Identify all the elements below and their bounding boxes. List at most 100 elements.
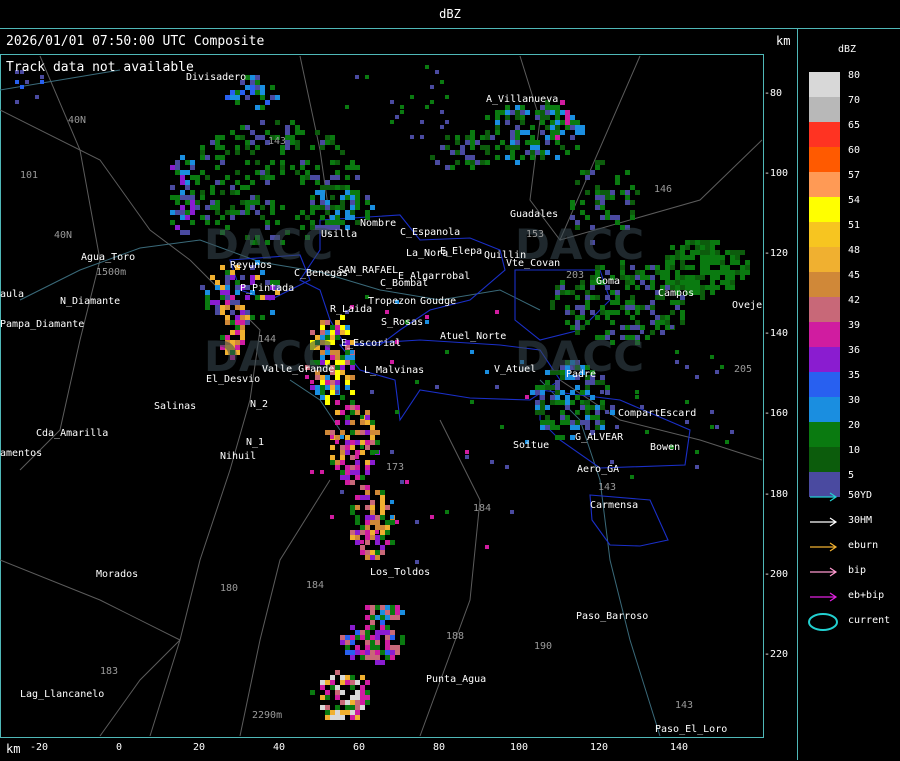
radar-echo-cell: [615, 175, 620, 180]
radar-echo-cell: [540, 130, 545, 135]
radar-echo-cell: [510, 130, 515, 135]
radar-echo-cell: [695, 285, 700, 290]
radar-echo-cell: [350, 705, 355, 710]
place-label: Vte_Covan: [506, 258, 561, 269]
radar-echo-cell: [710, 285, 715, 290]
radar-echo-cell: [585, 300, 590, 305]
radar-echo-cell: [330, 390, 335, 395]
radar-echo-cell: [520, 115, 525, 120]
radar-echo-cell: [350, 710, 355, 715]
radar-echo-cell: [700, 270, 705, 275]
radar-echo-cell: [425, 315, 429, 319]
radar-echo-cell: [545, 125, 550, 130]
radar-echo-cell: [535, 150, 540, 155]
radar-echo-cell: [465, 155, 470, 160]
radar-echo-cell: [365, 690, 370, 695]
timestamp-label: 2026/01/01 07:50:00 UTC Composite: [6, 34, 265, 49]
radar-echo-cell: [310, 205, 315, 210]
radar-echo-cell: [370, 450, 375, 455]
radar-echo-cell: [720, 270, 725, 275]
radar-echo-cell: [550, 385, 555, 390]
radar-echo-cell: [365, 495, 370, 500]
radar-echo-cell: [265, 295, 270, 300]
radar-echo-cell: [695, 240, 700, 245]
radar-echo-cell: [625, 195, 630, 200]
radar-echo-cell: [345, 380, 350, 385]
radar-echo-cell: [310, 195, 315, 200]
radar-echo-cell: [345, 190, 350, 195]
radar-echo-cell: [730, 275, 735, 280]
radar-echo-cell: [725, 275, 730, 280]
radar-echo-cell: [640, 275, 645, 280]
legend-swatch: [809, 147, 840, 172]
radar-echo-cell: [230, 205, 235, 210]
radar-echo-cell: [225, 285, 230, 290]
radar-echo-cell: [330, 430, 335, 435]
radar-echo-cell: [710, 280, 715, 285]
radar-echo-cell: [220, 285, 225, 290]
radar-echo-cell: [370, 515, 375, 520]
legend-swatch: [809, 122, 840, 147]
legend-level-label: 70: [848, 95, 861, 106]
radar-echo-cell: [365, 200, 370, 205]
radar-echo-cell: [615, 295, 620, 300]
radar-echo-cell: [175, 225, 180, 230]
radar-echo-cell: [585, 175, 590, 180]
place-label: Reyunos: [230, 260, 273, 271]
radar-echo-cell: [325, 205, 330, 210]
radar-echo-cell: [355, 195, 360, 200]
radar-echo-cell: [335, 380, 340, 385]
radar-echo-cell: [380, 510, 385, 515]
radar-echo-cell: [365, 650, 370, 655]
radar-echo-cell: [575, 145, 580, 150]
radar-echo-cell: [210, 140, 215, 145]
radar-echo-cell: [460, 150, 465, 155]
radar-echo-cell: [590, 280, 595, 285]
radar-echo-cell: [265, 175, 270, 180]
legend-level-label: 36: [848, 345, 861, 356]
radar-echo-cell: [240, 210, 245, 215]
radar-echo-cell: [355, 515, 360, 520]
radar-echo-cell: [340, 450, 345, 455]
radar-echo-cell: [220, 295, 225, 300]
radar-echo-cell: [365, 605, 370, 610]
radar-echo-cell: [560, 130, 565, 135]
radar-echo-cell: [180, 180, 185, 185]
radar-echo-cell: [315, 190, 320, 195]
radar-echo-cell: [710, 260, 715, 265]
radar-echo-cell: [240, 200, 245, 205]
radar-echo-cell: [220, 180, 225, 185]
radar-echo-cell: [375, 515, 380, 520]
radar-echo-cell: [535, 400, 540, 405]
radar-echo-cell: [655, 315, 660, 320]
radar-echo-cell: [360, 635, 365, 640]
radar-echo-cell: [340, 635, 345, 640]
radar-echo-cell: [690, 240, 695, 245]
radar-echo-cell: [530, 145, 535, 150]
radar-echo-cell: [685, 255, 690, 260]
radar-echo-cell: [540, 405, 545, 410]
radar-echo-cell: [385, 310, 389, 314]
radar-echo-cell: [550, 130, 555, 135]
radar-echo-cell: [355, 705, 360, 710]
radar-echo-cell: [335, 435, 340, 440]
radar-echo-cell: [655, 265, 660, 270]
radar-echo-cell: [365, 470, 370, 475]
radar-echo-cell: [340, 460, 345, 465]
radar-echo-cell: [255, 170, 260, 175]
radar-echo-cell: [620, 305, 625, 310]
radar-echo-cell: [530, 155, 535, 160]
radar-echo-cell: [355, 200, 360, 205]
radar-map[interactable]: [0, 0, 797, 761]
radar-echo-cell: [555, 130, 560, 135]
radar-echo-cell: [205, 300, 210, 305]
department-boundary: [19, 55, 101, 471]
radar-echo-cell: [315, 165, 320, 170]
radar-echo-cell: [230, 190, 235, 195]
radar-echo-cell: [185, 160, 190, 165]
radar-echo-cell: [395, 115, 399, 119]
place-label: Pampa_Diamante: [0, 319, 85, 330]
radar-echo-cell: [575, 305, 580, 310]
radar-echo-cell: [675, 280, 680, 285]
radar-echo-cell: [245, 140, 250, 145]
